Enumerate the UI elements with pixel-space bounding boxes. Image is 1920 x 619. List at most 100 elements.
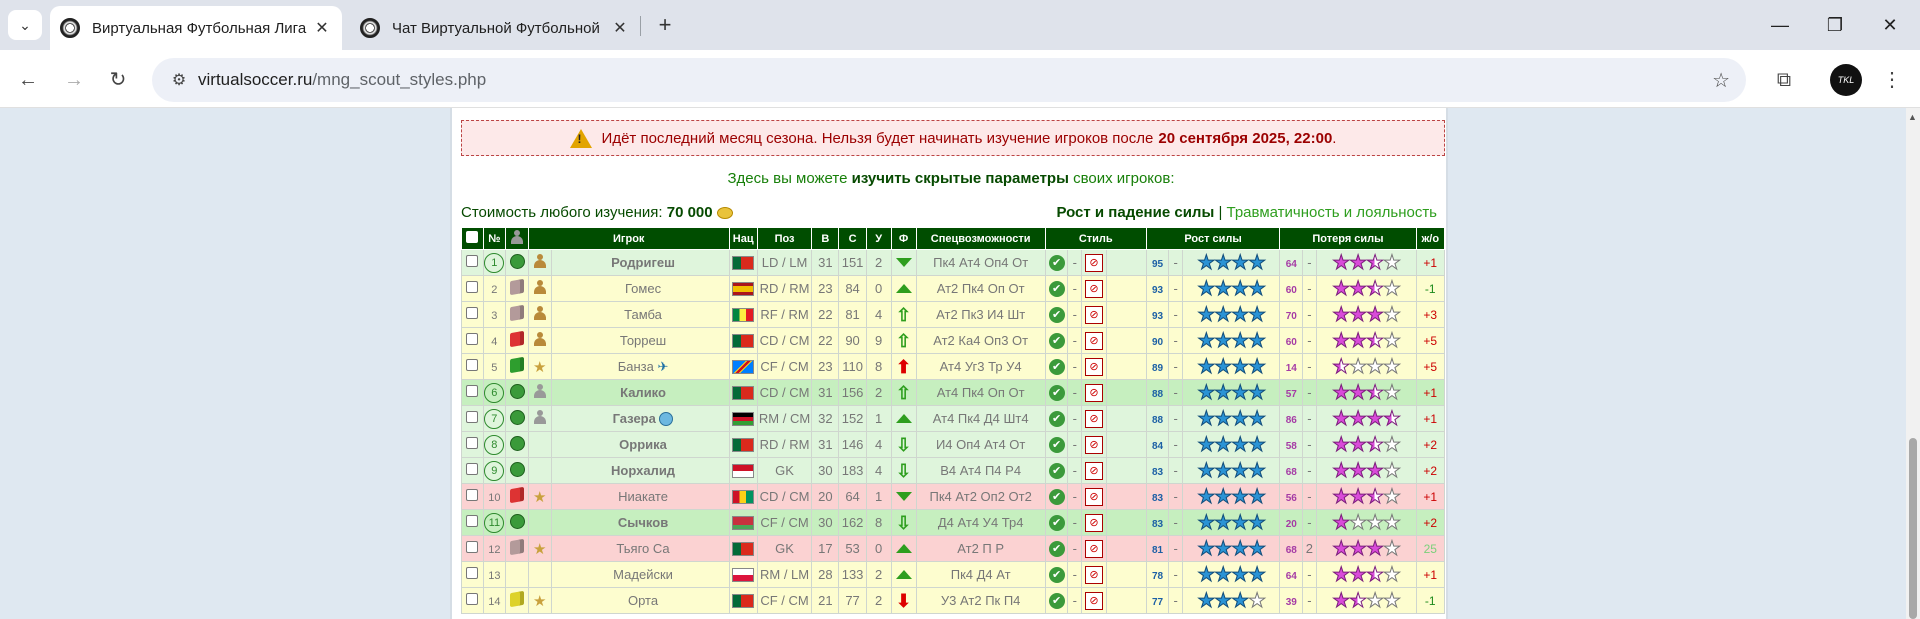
player-name[interactable]: Ниакате xyxy=(550,483,730,510)
player-name[interactable]: Тамба xyxy=(550,301,730,328)
style-icon-cell[interactable]: ⊘ xyxy=(1081,327,1107,354)
row-checkbox[interactable] xyxy=(461,535,484,562)
table-row[interactable]: 12 ★ Тьяго Са GK 17 53 0 Ат2 П Р ✔ - ⊘ 81- ★★★★ 68 2 ★★… xyxy=(461,535,1446,562)
row-checkbox[interactable] xyxy=(461,379,484,406)
new-tab-plus-icon[interactable]: + xyxy=(650,10,680,40)
close-icon[interactable]: ✕ xyxy=(608,18,632,38)
player-name[interactable]: Норхалид xyxy=(550,457,730,484)
style-icon-cell[interactable]: ⊘ xyxy=(1081,561,1107,588)
col-number[interactable]: № xyxy=(482,227,507,250)
bookmark-star-icon[interactable]: ☆ xyxy=(1712,68,1730,93)
tab-search-chevron-down-icon[interactable]: ⌄ xyxy=(8,10,42,40)
style-icon-cell[interactable]: ⊘ xyxy=(1081,249,1107,276)
col-nationality[interactable]: Нац xyxy=(728,227,758,250)
menu-kebab-icon[interactable]: ⋮ xyxy=(1880,64,1904,96)
url-text[interactable]: virtualsoccer.ru/mng_scout_styles.php xyxy=(198,70,486,90)
style-icon-cell[interactable]: ⊘ xyxy=(1081,483,1107,510)
address-bar[interactable]: ⚙ virtualsoccer.ru/mng_scout_styles.php … xyxy=(152,58,1746,102)
table-row[interactable]: 2 Гомес RD / RM 23 84 0 Ат2 Пк4 Оп От ✔ - ⊘ 93- ★★★… xyxy=(461,275,1446,302)
col-growth[interactable]: Рост силы xyxy=(1145,227,1281,250)
style-icon-cell[interactable]: ⊘ xyxy=(1081,457,1107,484)
row-checkbox[interactable] xyxy=(461,561,484,588)
player-name[interactable]: Гомес xyxy=(550,275,730,302)
style-icon-cell[interactable]: ⊘ xyxy=(1081,587,1107,614)
row-checkbox[interactable] xyxy=(461,587,484,614)
close-window-icon[interactable]: ✕ xyxy=(1870,8,1910,42)
player-name[interactable]: Мадейски xyxy=(550,561,730,588)
col-strength[interactable]: С xyxy=(838,227,867,250)
table-row[interactable]: 4 Торреш CD / CM 22 90 9 ⇧ Ат2 Ка4 Оп3 От ✔ - ⊘ 90-… xyxy=(461,327,1446,354)
col-form[interactable]: Ф xyxy=(890,227,917,250)
table-row[interactable]: 14 ★ Орта CF / CM 21 77 2 ⬇ У3 Ат2 Пк П4 ✔ - ⊘ 77- ★★… xyxy=(461,587,1446,614)
player-u: 2 xyxy=(865,249,892,276)
row-checkbox[interactable] xyxy=(461,249,484,276)
row-checkbox[interactable] xyxy=(461,431,484,458)
col-player[interactable]: Игрок xyxy=(527,227,730,250)
row-checkbox[interactable] xyxy=(461,457,484,484)
close-icon[interactable]: ✕ xyxy=(310,18,334,38)
table-row[interactable]: 5 ★ Банза ✈ CF / CM 23 110 8 ⬆ Ат4 Уг3 Тр У4 ✔ - ⊘ 8… xyxy=(461,353,1446,380)
col-loss[interactable]: Потеря силы xyxy=(1279,227,1417,250)
table-row[interactable]: 8 Оррика RD / RM 31 146 4 ⇩ И4 Оп4 Ат4 От ✔ - ⊘ 84-… xyxy=(461,431,1446,458)
style-icon-cell[interactable]: ⊘ xyxy=(1081,379,1107,406)
col-delta[interactable]: ж/о xyxy=(1415,227,1446,250)
scrollbar-thumb[interactable] xyxy=(1909,438,1917,619)
style-icon-cell[interactable]: ⊘ xyxy=(1081,353,1107,380)
avatar[interactable]: TKL xyxy=(1830,64,1862,96)
style-icon-cell[interactable]: ⊘ xyxy=(1081,275,1107,302)
player-strength: 84 xyxy=(838,275,867,302)
tab-inactive[interactable]: Чат Виртуальной Футбольной ✕ xyxy=(350,6,640,50)
page-scrollbar[interactable]: ▲ xyxy=(1906,108,1920,619)
player-name[interactable]: Орта xyxy=(550,587,730,614)
table-row[interactable]: 6 Калико CD / CM 31 156 2 ⇧ Ат4 Пк4 Оп От ✔ - ⊘ 88-… xyxy=(461,379,1446,406)
row-checkbox[interactable] xyxy=(461,327,484,354)
site-info-icon[interactable]: ⚙ xyxy=(164,70,194,90)
table-row[interactable]: 10 ★ Ниакате CD / CM 20 64 1 Пк4 Ат2 Оп2 От2 ✔ - ⊘… xyxy=(461,483,1446,510)
extensions-icon[interactable]: ⧉ xyxy=(1768,64,1800,96)
table-row[interactable]: 3 Тамба RF / RM 22 81 4 ⇧ Ат2 Пк3 И4 Шт ✔ - ⊘ 93- ★★… xyxy=(461,301,1446,328)
select-all-checkbox[interactable] xyxy=(461,227,484,250)
table-row[interactable]: 9 Норхалид GK 30 183 4 ⇩ В4 Ат4 П4 Р4 ✔ - ⊘ 83- ★★★★… xyxy=(461,457,1446,484)
player-name[interactable]: Тьяго Са xyxy=(550,535,730,562)
col-position[interactable]: Поз xyxy=(756,227,813,250)
style-icon-cell[interactable]: ⊘ xyxy=(1081,431,1107,458)
row-checkbox[interactable] xyxy=(461,301,484,328)
player-name[interactable]: Торреш xyxy=(550,327,730,354)
style-icon-cell[interactable]: ⊘ xyxy=(1081,301,1107,328)
table-row[interactable]: 1 Родригеш LD / LM 31 151 2 Пк4 Ат4 Оп4 От ✔ - ⊘ 9… xyxy=(461,249,1446,276)
rating-star-icon: ★ xyxy=(1231,460,1250,483)
col-u[interactable]: У xyxy=(865,227,892,250)
reload-icon[interactable]: ↻ xyxy=(102,64,134,96)
back-icon[interactable]: ← xyxy=(12,64,44,96)
link-growth[interactable]: Рост и падение силы xyxy=(1056,204,1214,221)
player-name[interactable]: Оррика xyxy=(550,431,730,458)
player-name[interactable]: Банза ✈ xyxy=(550,353,730,380)
col-age[interactable]: В xyxy=(811,227,840,250)
table-row[interactable]: 7 Газера RM / CM 32 152 1 Ат4 Пк4 Д4 Шт4 ✔ - ⊘ 88… xyxy=(461,405,1446,432)
growth-dash: - xyxy=(1168,301,1183,328)
player-name[interactable]: Родригеш xyxy=(550,249,730,276)
minimize-icon[interactable]: — xyxy=(1760,8,1800,42)
restore-icon[interactable]: ❐ xyxy=(1815,8,1855,42)
player-name[interactable]: Калико xyxy=(550,379,730,406)
player-name[interactable]: Газера xyxy=(550,405,730,432)
row-checkbox[interactable] xyxy=(461,353,484,380)
link-injury-loyalty[interactable]: Травматичность и лояльность xyxy=(1227,204,1437,221)
style-icon-cell[interactable]: ⊘ xyxy=(1081,509,1107,536)
player-form xyxy=(890,561,917,588)
forward-icon[interactable]: → xyxy=(58,64,90,96)
table-row[interactable]: 13 Мадейски RM / LM 28 133 2 Пк4 Д4 Ат ✔ - ⊘ 78- ★★… xyxy=(461,561,1446,588)
row-checkbox[interactable] xyxy=(461,405,484,432)
row-checkbox[interactable] xyxy=(461,275,484,302)
col-style[interactable]: Стиль xyxy=(1044,227,1147,250)
tab-active[interactable]: Виртуальная Футбольная Лига ✕ xyxy=(50,6,342,50)
col-specials[interactable]: Спецвозможности xyxy=(915,227,1046,250)
table-row[interactable]: 11 Сычков CF / CM 30 162 8 ⇩ Д4 Ат4 У4 Тр4 ✔ - ⊘ 83… xyxy=(461,509,1446,536)
row-cube xyxy=(505,457,529,484)
style-dash: - xyxy=(1067,327,1083,354)
style-icon-cell[interactable]: ⊘ xyxy=(1081,405,1107,432)
row-checkbox[interactable] xyxy=(461,483,484,510)
style-icon-cell[interactable]: ⊘ xyxy=(1081,535,1107,562)
row-checkbox[interactable] xyxy=(461,509,484,536)
player-name[interactable]: Сычков xyxy=(550,509,730,536)
